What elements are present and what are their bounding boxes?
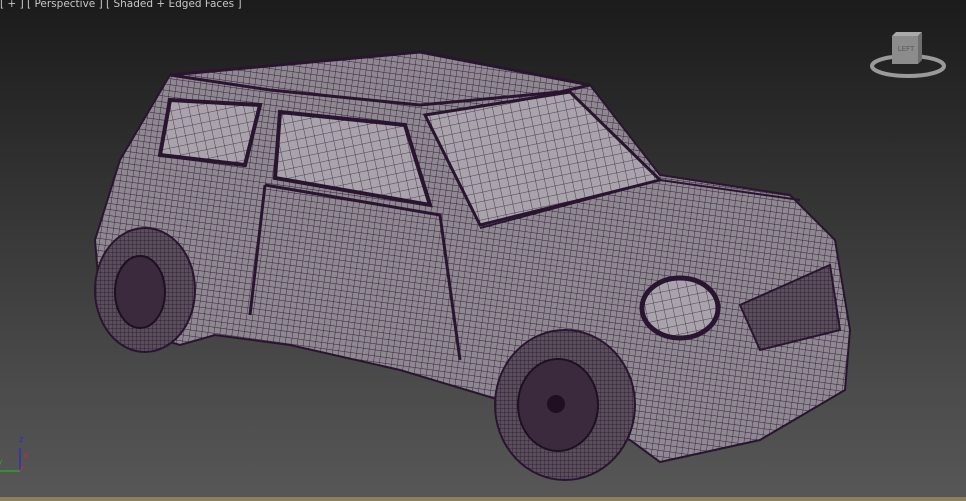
headlight [639,275,721,341]
axis-z-label: z [19,435,24,445]
wheel-front-hub [547,395,565,413]
axis-x-label: x [23,451,29,461]
viewcube-top [892,32,922,36]
axis-y-label: y [0,458,2,468]
viewcube[interactable]: LEFT [868,28,950,84]
side-window-rear [157,97,263,168]
viewcube-face-label[interactable]: LEFT [894,45,918,53]
axis-gizmo: z x y [0,435,40,476]
wheel-rear-rim [114,255,166,329]
viewcube-side [918,32,922,64]
timeline-strip[interactable] [0,497,966,501]
car-wireframe-model[interactable] [0,0,966,501]
